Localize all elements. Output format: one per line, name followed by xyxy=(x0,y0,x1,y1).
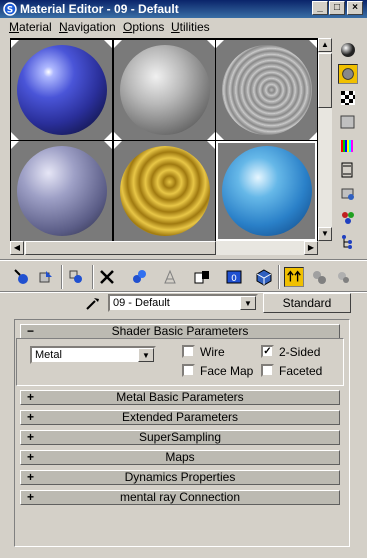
window-title: Material Editor - 09 - Default xyxy=(20,2,179,16)
reset-map-icon[interactable] xyxy=(97,267,117,287)
material-map-navigator-icon[interactable] xyxy=(338,232,358,252)
rollout-maps[interactable]: + Maps xyxy=(20,450,340,465)
collapse-icon: − xyxy=(27,324,35,338)
material-sphere-preview xyxy=(222,45,312,135)
material-sphere-preview xyxy=(120,146,210,236)
close-button[interactable]: × xyxy=(347,1,363,15)
expand-icon: + xyxy=(27,490,35,504)
rollout-mental-ray-connection[interactable]: + mental ray Connection xyxy=(20,490,340,505)
menu-bar: Material Navigation Options Utilities xyxy=(0,18,367,36)
two-sided-label: 2-Sided xyxy=(279,345,321,359)
menu-options[interactable]: Options xyxy=(123,20,164,34)
app-icon: S xyxy=(3,2,17,16)
expand-icon: + xyxy=(27,470,35,484)
expand-icon: + xyxy=(27,430,35,444)
show-end-result-icon[interactable] xyxy=(254,267,274,287)
uv-tiling-icon[interactable] xyxy=(338,112,358,132)
material-effects-icon[interactable] xyxy=(333,267,353,287)
pick-material-eyedropper-icon[interactable] xyxy=(84,294,102,312)
slots-horizontal-scrollbar[interactable]: ◀ ▶ xyxy=(10,241,318,255)
chevron-down-icon[interactable]: ▼ xyxy=(138,348,154,362)
material-sphere-preview xyxy=(17,45,107,135)
rollout-metal-basic-parameters[interactable]: + Metal Basic Parameters xyxy=(20,390,340,405)
slots-vertical-scrollbar[interactable]: ▲ ▼ xyxy=(318,38,332,241)
shader-type-select[interactable]: Metal ▼ xyxy=(30,346,156,364)
sample-slot-active[interactable] xyxy=(216,141,317,241)
maximize-button[interactable]: □ xyxy=(329,1,345,15)
sample-slot[interactable] xyxy=(11,141,112,241)
minimize-button[interactable]: _ xyxy=(312,1,328,15)
video-color-check-icon[interactable] xyxy=(338,136,358,156)
material-sphere-preview xyxy=(120,45,210,135)
make-unique-icon[interactable] xyxy=(129,267,149,287)
expand-icon: + xyxy=(27,390,35,404)
sample-slot[interactable] xyxy=(114,141,215,241)
rollout-supersampling[interactable]: + SuperSampling xyxy=(20,430,340,445)
svg-text:0: 0 xyxy=(231,274,237,284)
scroll-thumb[interactable] xyxy=(25,241,216,255)
make-preview-icon[interactable] xyxy=(338,160,358,180)
rollout-title: SuperSampling xyxy=(138,430,222,444)
divider xyxy=(0,259,367,261)
scroll-right-icon[interactable]: ▶ xyxy=(304,241,318,255)
two-sided-checkbox[interactable]: ✓ xyxy=(261,345,274,358)
faceted-label: Faceted xyxy=(279,364,323,378)
sample-slot[interactable] xyxy=(216,40,317,140)
rollout-title: Maps xyxy=(165,450,195,464)
put-to-scene-icon[interactable] xyxy=(36,267,56,287)
scroll-thumb[interactable] xyxy=(318,53,332,108)
select-by-material-icon[interactable] xyxy=(338,208,358,228)
show-map-in-viewport-icon[interactable]: 0 xyxy=(224,267,244,287)
rollout-title: Dynamics Properties xyxy=(124,470,236,484)
scroll-up-icon[interactable]: ▲ xyxy=(318,38,332,52)
material-editor-window: S Material Editor - 09 - Default _ □ × M… xyxy=(0,0,367,558)
sample-slot[interactable] xyxy=(114,40,215,140)
material-name-field[interactable]: 09 - Default ▼ xyxy=(108,294,258,312)
material-sphere-preview xyxy=(17,146,107,236)
rollout-title: mental ray Connection xyxy=(119,490,241,504)
rollout-shader-basic-parameters[interactable]: − Shader Basic Parameters xyxy=(20,324,340,339)
scroll-down-icon[interactable]: ▼ xyxy=(318,227,332,241)
face-map-checkbox[interactable] xyxy=(182,364,195,377)
face-map-label: Face Map xyxy=(200,364,254,378)
sample-slot[interactable] xyxy=(11,40,112,140)
assign-to-selection-icon[interactable] xyxy=(66,267,86,287)
rollout-dynamics-properties[interactable]: + Dynamics Properties xyxy=(20,470,340,485)
rollout-title: Metal Basic Parameters xyxy=(116,390,244,404)
faceted-checkbox[interactable] xyxy=(261,364,274,377)
svg-text:S: S xyxy=(7,6,13,16)
menu-material[interactable]: Material xyxy=(9,20,52,34)
menu-navigation[interactable]: Navigation xyxy=(59,20,116,34)
title-bar[interactable]: S Material Editor - 09 - Default _ □ × xyxy=(0,0,367,18)
sample-slots-grid xyxy=(10,38,318,241)
scroll-left-icon[interactable]: ◀ xyxy=(10,241,24,255)
backlight-icon[interactable] xyxy=(338,64,358,84)
menu-utilities[interactable]: Utilities xyxy=(171,20,210,34)
material-name-text: 09 - Default xyxy=(113,297,170,309)
rollout-title: Extended Parameters xyxy=(121,410,239,424)
background-checker-icon[interactable] xyxy=(338,88,358,108)
wire-label: Wire xyxy=(200,345,225,359)
shader-type-value: Metal xyxy=(35,349,62,361)
expand-icon: + xyxy=(27,410,35,424)
material-options-icon[interactable] xyxy=(338,184,358,204)
wire-checkbox[interactable] xyxy=(182,345,195,358)
material-sphere-preview xyxy=(222,146,312,236)
get-material-icon[interactable] xyxy=(12,267,32,287)
go-forward-to-sibling-icon[interactable] xyxy=(309,267,329,287)
put-to-library-icon[interactable] xyxy=(160,267,180,287)
sample-type-sphere-icon[interactable] xyxy=(338,40,358,60)
chevron-down-icon[interactable]: ▼ xyxy=(240,296,256,310)
go-to-parent-icon[interactable] xyxy=(284,267,304,287)
rollout-title: Shader Basic Parameters xyxy=(111,324,249,338)
rollout-extended-parameters[interactable]: + Extended Parameters xyxy=(20,410,340,425)
expand-icon: + xyxy=(27,450,35,464)
material-id-channel-icon[interactable] xyxy=(192,267,212,287)
material-type-button[interactable]: Standard xyxy=(263,293,351,313)
